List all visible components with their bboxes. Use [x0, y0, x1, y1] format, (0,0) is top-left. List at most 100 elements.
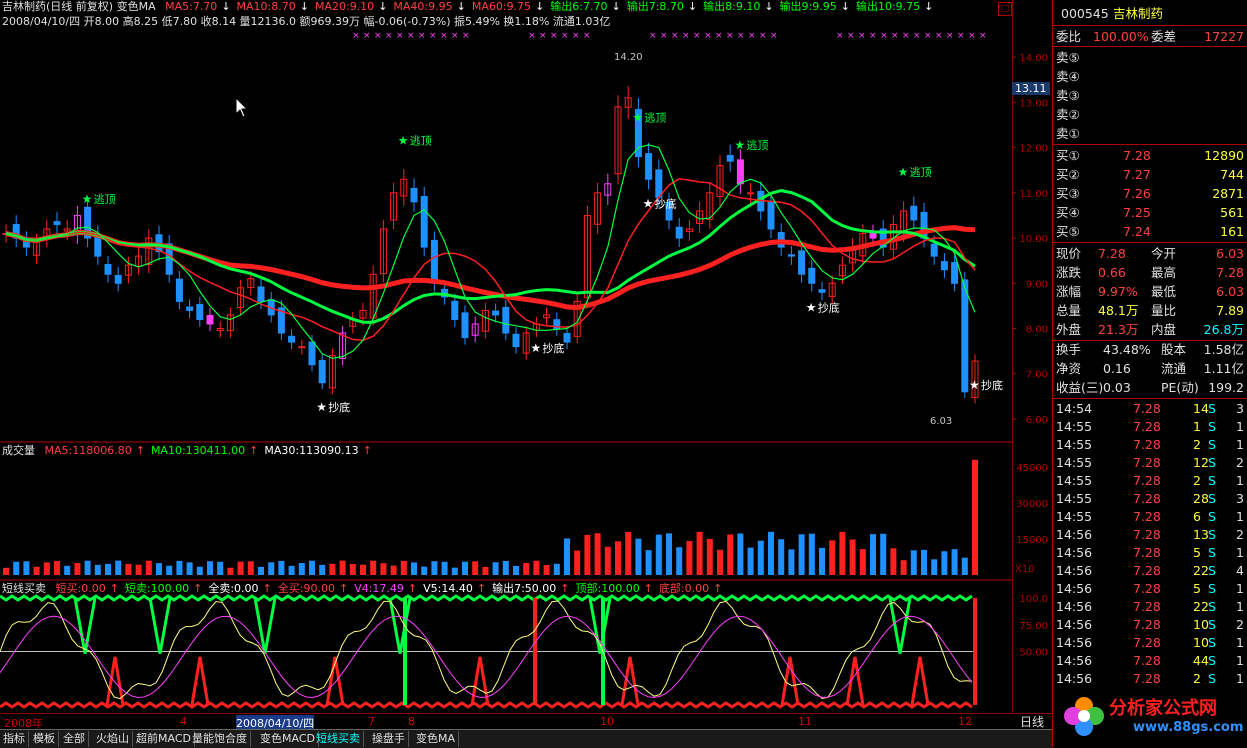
cell: 14:56 [1056, 545, 1093, 560]
period-label[interactable]: 日线 [1012, 713, 1052, 730]
buy-spike [620, 656, 640, 706]
tab-0[interactable]: 指标 [0, 731, 29, 747]
cell: 现价 [1056, 246, 1082, 261]
signal-top: 逃顶 [94, 193, 116, 206]
marker-x: × [704, 31, 712, 41]
volume-bar [798, 534, 805, 575]
ma-item: MA60:9.75 [471, 0, 532, 13]
cell: 14:56 [1056, 581, 1093, 596]
ind-item: 顶部:100.00 [575, 582, 640, 595]
quote-title: 000545 吉林制药 [1053, 4, 1247, 23]
cell: 买④ [1056, 205, 1080, 220]
cell: 7.28 [1133, 455, 1161, 470]
marker-x: × [869, 31, 877, 41]
header-line-2: 2008/04/10/四 开8.00 高8.25 低7.80 收8.14 量12… [2, 15, 611, 28]
tick-row: 14:54 7.28 14 S 3 [1053, 399, 1247, 418]
volume-bar [23, 561, 30, 575]
cell: 22 [1193, 563, 1209, 578]
cell: 22 [1193, 599, 1209, 614]
kline-chart[interactable]: 14.0013.0012.0011.0010.009.008.007.006.0… [0, 0, 1052, 713]
marker-x: × [880, 31, 888, 41]
tab-5[interactable]: 量能饱合度 [189, 731, 251, 747]
marker-x: × [748, 31, 756, 41]
star-icon: ★ [632, 111, 643, 125]
tab-3[interactable]: 火焰山 [93, 731, 133, 747]
logo-text: 分析家公式网 [1109, 698, 1217, 719]
cell: 1 [1193, 419, 1201, 434]
volume-bar [961, 557, 968, 575]
tab-1[interactable]: 模板 [30, 731, 59, 747]
tab-7[interactable]: 短线买卖 [313, 731, 364, 747]
tab-6[interactable]: 变色MACD [257, 731, 319, 747]
marker-x: × [440, 31, 448, 41]
stock-code: 000545 [1061, 6, 1109, 21]
tick-row: 14:56 7.28 44 S 1 [1053, 651, 1247, 670]
marker-x: × [462, 31, 470, 41]
volume-bar [94, 564, 101, 575]
cell: S [1208, 617, 1216, 632]
marker-x: × [363, 31, 371, 41]
stat-row: 总量 48.1万 量比 7.89 [1053, 301, 1247, 320]
tab-8[interactable]: 操盘手 [369, 731, 409, 747]
cell: 最低 [1151, 284, 1177, 299]
tick-row: 14:55 7.28 12 S 2 [1053, 453, 1247, 472]
chart-area[interactable]: 14.00 13.00 12.00 11.00 10.00 9.00 8.00 7.00 6.0… [0, 0, 1052, 713]
fund-row: 净资 0.16 流通 1.11亿 [1053, 359, 1247, 378]
marker-x: × [759, 31, 767, 41]
close-icon[interactable]: □ [998, 2, 1012, 16]
volume-bar [186, 562, 193, 575]
volume-bar [543, 564, 550, 575]
volume-bar [972, 459, 978, 575]
cell: 13 [1193, 527, 1209, 542]
volume-bar [870, 534, 876, 575]
stat-row: 外盘 21.3万 内盘 26.8万 [1053, 320, 1247, 339]
cell: 买① [1056, 148, 1080, 163]
candle-body [196, 304, 204, 320]
volume-bar [400, 560, 407, 575]
cell: 26.8万 [1203, 322, 1244, 337]
cell: 7.28 [1133, 437, 1161, 452]
signal-top: 逃顶 [910, 166, 932, 179]
tab-4[interactable]: 超前MACD [133, 731, 195, 747]
vol-item: MA5:118006.80 [44, 444, 132, 457]
cell: 7.28 [1098, 246, 1126, 261]
divider [1053, 242, 1247, 243]
arrow-icon: ↑ [560, 582, 570, 595]
marker-x: × [979, 31, 987, 41]
cell: 7.28 [1133, 509, 1161, 524]
candle-body [818, 289, 826, 293]
cell: 561 [1220, 205, 1244, 220]
cell: 内盘 [1151, 322, 1177, 337]
cell: 7.89 [1216, 303, 1244, 318]
volume-bar [482, 566, 489, 575]
cell: 161 [1220, 224, 1244, 239]
tab-9[interactable]: 变色MA [413, 731, 460, 747]
tab-2[interactable]: 全部 [60, 731, 89, 747]
candle-body [951, 262, 959, 284]
ind-item: V5:14.40 [423, 582, 473, 595]
cell: 7.28 [1133, 491, 1161, 506]
arrow-icon: ↑ [135, 444, 145, 457]
date-label: 4 [180, 715, 187, 728]
tabs-scroll[interactable] [1012, 729, 1052, 748]
volume-bar [676, 547, 683, 575]
cell: 7.28 [1133, 473, 1161, 488]
cell: 7.28 [1133, 599, 1161, 614]
vol-item: MA30:113090.13 [264, 444, 359, 457]
marker-x: × [968, 31, 976, 41]
marker-x: × [891, 31, 899, 41]
cell: 总量 [1056, 303, 1082, 318]
cell: 7.28 [1133, 581, 1161, 596]
stat-row: 涨幅 9.97% 最低 6.03 [1053, 282, 1247, 301]
volume-bar [655, 534, 662, 575]
price-axis [1012, 0, 1053, 713]
sell-spike [888, 597, 912, 654]
cell: S [1208, 581, 1216, 596]
cell: S [1208, 437, 1216, 452]
cell: 43.48% [1103, 342, 1151, 357]
arrow-icon: ↑ [713, 582, 723, 595]
date-label: 10 [600, 715, 614, 728]
volume-bar [329, 563, 336, 575]
indicator-title: 短线买卖 [2, 582, 46, 595]
marker-x: × [374, 31, 382, 41]
